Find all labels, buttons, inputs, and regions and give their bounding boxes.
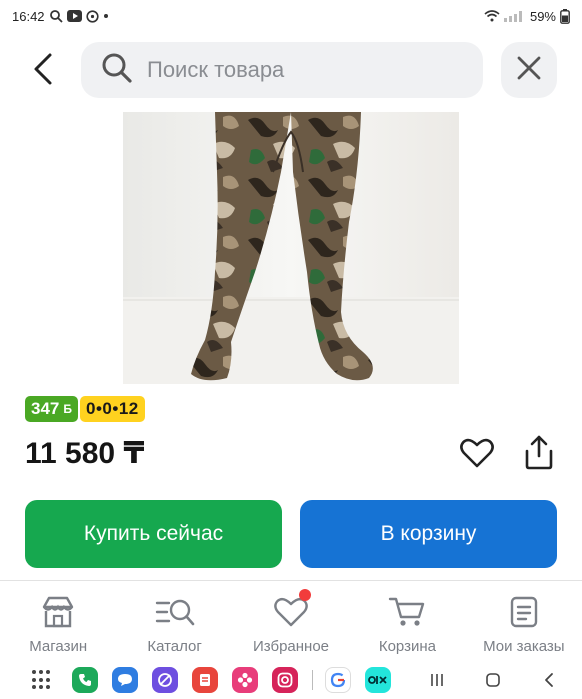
olx-app-icon[interactable] xyxy=(365,667,391,693)
nav-item-orders[interactable]: Мои заказы xyxy=(466,581,582,661)
battery-icon xyxy=(560,8,570,24)
product-badges: 347 Б 0•0•12 xyxy=(25,396,145,422)
nav-label-orders: Мои заказы xyxy=(483,638,565,655)
camera-app-icon[interactable] xyxy=(272,667,298,693)
nav-label-catalog: Каталог xyxy=(147,638,202,655)
search-icon xyxy=(101,52,133,89)
status-time: 16:42 xyxy=(12,8,45,24)
dot-icon xyxy=(103,13,109,19)
bottom-nav: Магазин Каталог Избранное Корзина Мои за… xyxy=(0,581,582,661)
heart-icon xyxy=(460,438,494,473)
whatsapp-icon xyxy=(85,9,99,23)
clear-search-button[interactable] xyxy=(501,42,557,98)
buy-now-button[interactable]: Купить сейчас xyxy=(25,500,282,568)
close-icon xyxy=(517,56,541,85)
signal-icon xyxy=(503,10,526,22)
bonus-badge: 347 Б xyxy=(25,396,78,422)
shop-icon xyxy=(38,592,78,632)
system-back-button[interactable] xyxy=(535,666,563,694)
bonus-currency: Б xyxy=(63,402,72,416)
app-drawer-icon[interactable] xyxy=(32,670,52,690)
share-icon xyxy=(523,434,555,475)
battery-percent: 59% xyxy=(529,8,556,24)
add-to-cart-button[interactable]: В корзину xyxy=(300,500,557,568)
bonus-value: 347 xyxy=(31,399,60,418)
nav-item-catalog[interactable]: Каталог xyxy=(116,581,232,661)
wifi-icon xyxy=(484,10,500,22)
nav-label-favorites: Избранное xyxy=(253,638,330,655)
product-price: 11 580 ₸ xyxy=(25,437,145,470)
nav-item-shop[interactable]: Магазин xyxy=(0,581,116,661)
nav-item-favorites[interactable]: Избранное xyxy=(233,581,349,661)
home-button[interactable] xyxy=(479,666,507,694)
catalog-search-icon xyxy=(155,592,195,632)
flower-app-icon[interactable] xyxy=(232,667,258,693)
phone-app-icon[interactable] xyxy=(72,667,98,693)
installment-badge: 0•0•12 xyxy=(80,396,145,422)
nav-item-cart[interactable]: Корзина xyxy=(349,581,465,661)
recents-button[interactable] xyxy=(423,666,451,694)
search-bar[interactable] xyxy=(81,42,483,98)
notification-dot xyxy=(298,589,311,601)
search-input[interactable] xyxy=(147,57,447,83)
search-icon xyxy=(49,9,63,23)
nav-label-shop: Магазин xyxy=(29,638,88,655)
cart-icon xyxy=(387,592,427,632)
browser-app-icon[interactable] xyxy=(152,667,178,693)
product-image[interactable] xyxy=(123,112,459,384)
dock-separator xyxy=(312,670,313,690)
notes-app-icon[interactable] xyxy=(192,667,218,693)
back-button[interactable] xyxy=(22,50,64,92)
favorite-button[interactable] xyxy=(458,436,496,474)
status-bar: 16:42 59% xyxy=(0,0,582,32)
system-dock xyxy=(0,661,582,699)
back-arrow-icon xyxy=(32,52,54,91)
orders-icon xyxy=(504,592,544,632)
search-header xyxy=(0,40,582,100)
messages-app-icon[interactable] xyxy=(112,667,138,693)
share-button[interactable] xyxy=(519,434,559,474)
youtube-icon xyxy=(66,10,82,22)
nav-label-cart: Корзина xyxy=(378,638,436,655)
installment-value: 0•0•12 xyxy=(86,399,139,418)
google-app-icon[interactable] xyxy=(325,667,351,693)
